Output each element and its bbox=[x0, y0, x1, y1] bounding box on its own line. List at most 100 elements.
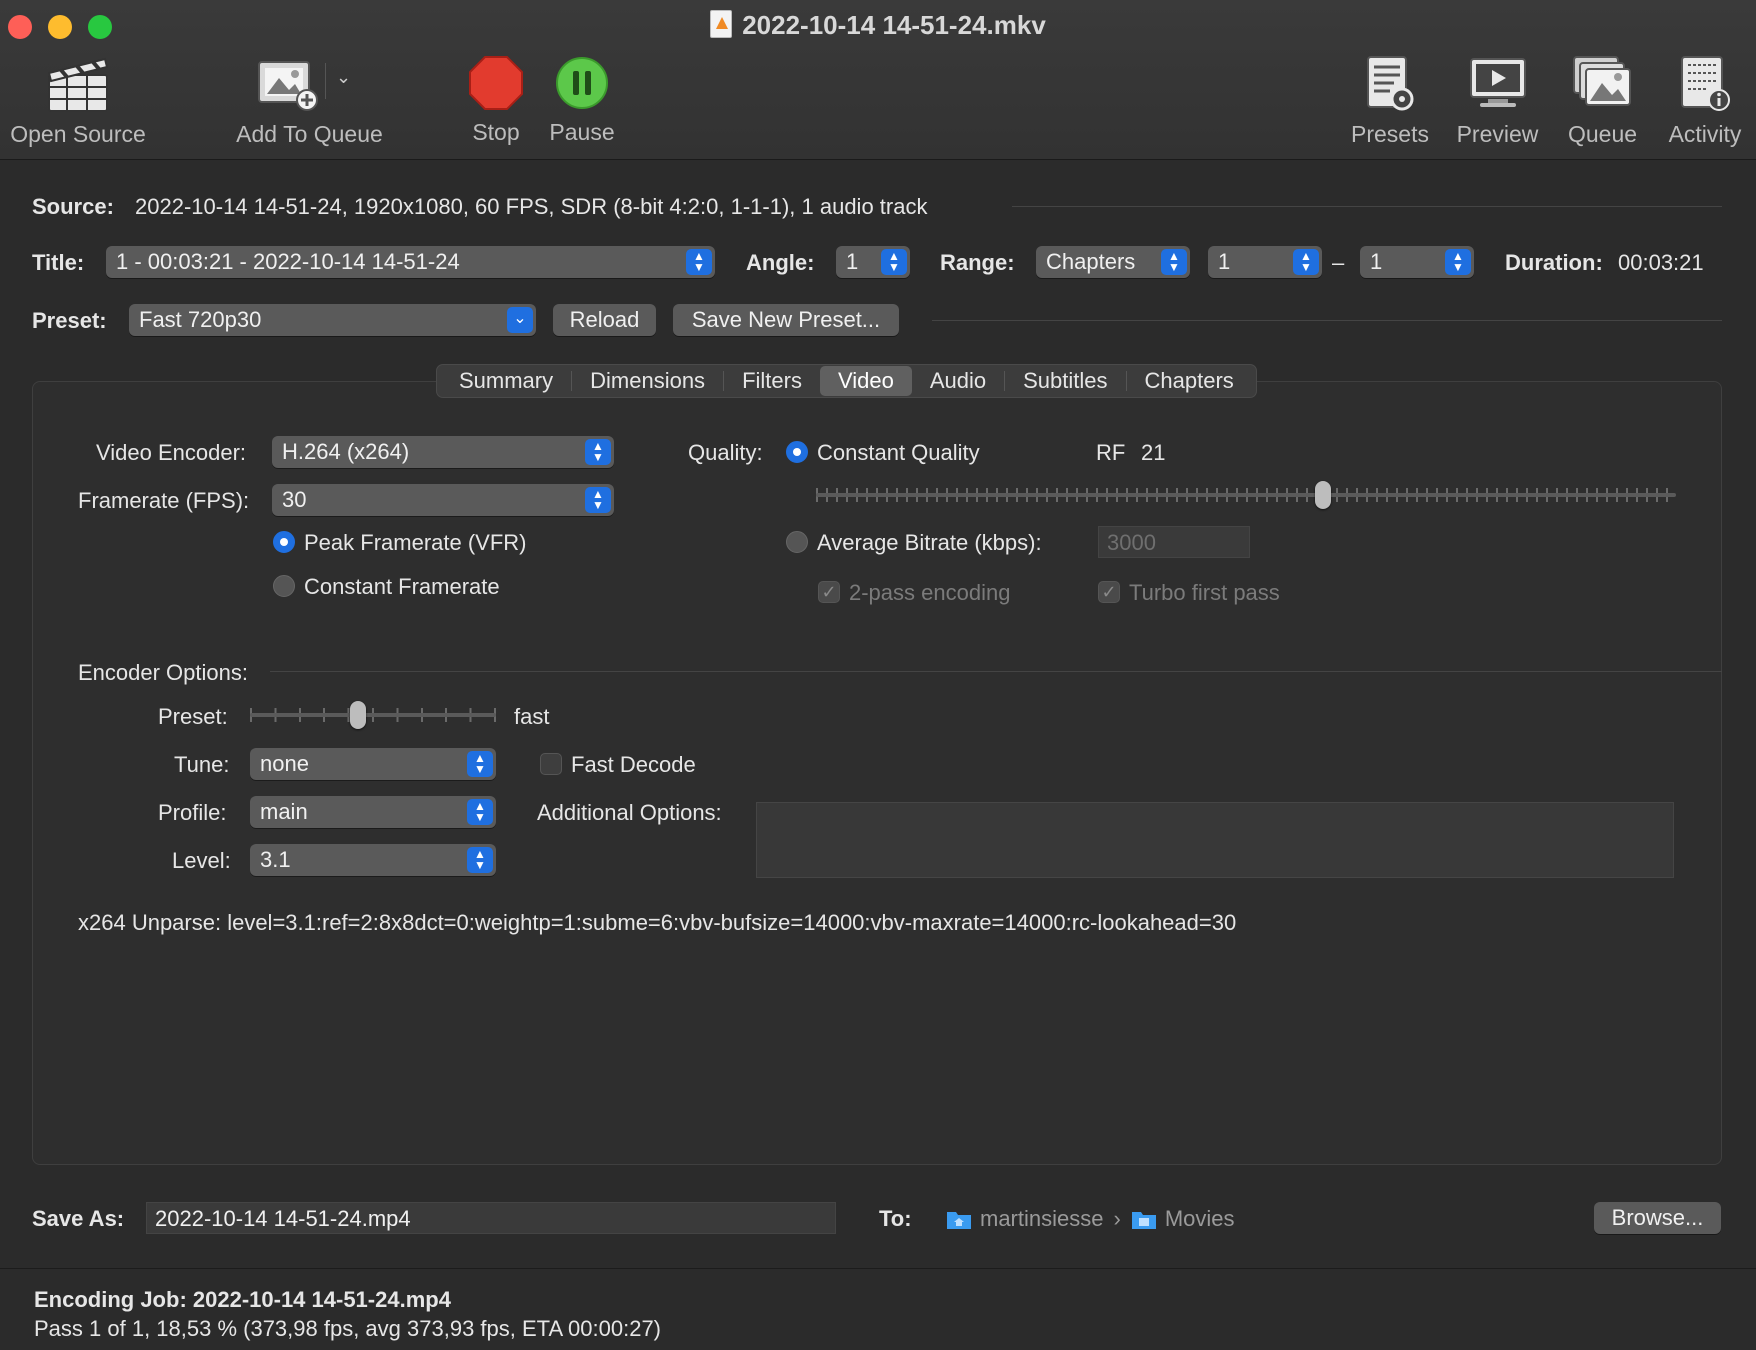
home-folder-icon bbox=[947, 1212, 971, 1229]
pause-icon bbox=[556, 57, 608, 109]
duration-label: Duration: bbox=[1505, 250, 1603, 275]
encoder-options-label: Encoder Options: bbox=[78, 660, 248, 685]
stepper-icon: ▲ ▼ bbox=[585, 487, 611, 513]
video-encoder-select[interactable]: H.264 (x264) ▲ ▼ bbox=[272, 436, 614, 468]
chevron-down-icon: ⌄ bbox=[507, 307, 533, 333]
stepper-icon: ▲ ▼ bbox=[467, 751, 493, 777]
tab-bar: Summary Dimensions Filters Video Audio S… bbox=[436, 364, 1257, 398]
range-end-select[interactable]: 1 ▲ ▼ bbox=[1360, 246, 1474, 278]
status-bar: Encoding Job: 2022-10-14 14-51-24.mp4 Pa… bbox=[0, 1268, 1756, 1350]
level-select[interactable]: 3.1 ▲ ▼ bbox=[250, 844, 496, 876]
constant-quality-radio[interactable] bbox=[786, 441, 808, 463]
save-as-label: Save As: bbox=[32, 1206, 125, 1231]
pause-button[interactable]: Pause bbox=[542, 55, 622, 146]
tune-label: Tune: bbox=[174, 752, 230, 777]
separator bbox=[270, 671, 1722, 672]
constant-framerate-radio[interactable] bbox=[273, 575, 295, 597]
encoder-preset-slider[interactable] bbox=[250, 700, 496, 730]
range-type-select[interactable]: Chapters ▲ ▼ bbox=[1036, 246, 1190, 278]
title-select[interactable]: 1 - 00:03:21 - 2022-10-14 14-51-24 ▲ ▼ bbox=[106, 246, 715, 278]
open-source-button[interactable]: Open Source bbox=[8, 55, 148, 148]
add-image-icon bbox=[258, 61, 318, 111]
stepper-icon: ▲ ▼ bbox=[585, 439, 611, 465]
range-start-select[interactable]: 1 ▲ ▼ bbox=[1208, 246, 1322, 278]
rf-value: 21 bbox=[1141, 440, 1166, 465]
turbo-first-pass-label: Turbo first pass bbox=[1129, 580, 1280, 605]
average-bitrate-radio[interactable] bbox=[786, 531, 808, 553]
mkv-file-icon bbox=[710, 10, 733, 38]
rf-label: RF bbox=[1096, 440, 1126, 465]
browse-button[interactable]: Browse... bbox=[1594, 1202, 1721, 1234]
source-info: 2022-10-14 14-51-24, 1920x1080, 60 FPS, … bbox=[135, 194, 928, 219]
activity-button[interactable]: Activity bbox=[1660, 55, 1750, 148]
video-encoder-label: Video Encoder: bbox=[96, 440, 247, 465]
clapperboard-icon bbox=[47, 57, 109, 112]
constant-framerate-label: Constant Framerate bbox=[304, 574, 500, 599]
rf-quality-slider[interactable] bbox=[816, 480, 1676, 510]
duration-value: 00:03:21 bbox=[1618, 250, 1704, 275]
encoding-job-text: Encoding Job: 2022-10-14 14-51-24.mp4 bbox=[34, 1287, 451, 1312]
fast-decode-checkbox[interactable] bbox=[540, 753, 562, 775]
chevron-down-icon[interactable]: ⌄ bbox=[336, 67, 351, 88]
stepper-icon: ▲ ▼ bbox=[686, 249, 712, 275]
profile-select[interactable]: main ▲ ▼ bbox=[250, 796, 496, 828]
tab-dimensions[interactable]: Dimensions bbox=[572, 366, 723, 396]
turbo-first-pass-checkbox[interactable]: ✓ bbox=[1098, 581, 1120, 603]
slider-knob[interactable] bbox=[1315, 481, 1332, 509]
presets-button[interactable]: Presets bbox=[1345, 55, 1435, 148]
bitrate-input[interactable]: 3000 bbox=[1098, 526, 1250, 558]
framerate-label: Framerate (FPS): bbox=[78, 488, 250, 513]
angle-select[interactable]: 1 ▲ ▼ bbox=[836, 246, 910, 278]
quality-label: Quality: bbox=[688, 440, 763, 465]
save-new-preset-button[interactable]: Save New Preset... bbox=[673, 304, 899, 336]
stepper-icon: ▲ ▼ bbox=[1161, 249, 1187, 275]
save-as-input[interactable]: 2022-10-14 14-51-24.mp4 bbox=[146, 1202, 836, 1234]
angle-label: Angle: bbox=[746, 250, 815, 275]
title-label: Title: bbox=[32, 250, 85, 275]
encoder-preset-value: fast bbox=[514, 704, 550, 729]
tab-chapters[interactable]: Chapters bbox=[1127, 366, 1252, 396]
destination-label: To: bbox=[879, 1206, 912, 1231]
profile-label: Profile: bbox=[158, 800, 227, 825]
tab-filters[interactable]: Filters bbox=[724, 366, 820, 396]
activity-icon bbox=[1681, 56, 1730, 111]
separator bbox=[1012, 206, 1722, 207]
stop-icon bbox=[469, 56, 523, 110]
stepper-icon: ▲ ▼ bbox=[467, 847, 493, 873]
window-title: 2022-10-14 14-51-24.mkv bbox=[0, 10, 1756, 41]
queue-button[interactable]: Queue bbox=[1560, 55, 1645, 148]
preview-button[interactable]: Preview bbox=[1450, 55, 1545, 148]
reload-button[interactable]: Reload bbox=[553, 304, 656, 336]
presets-icon bbox=[1367, 56, 1414, 111]
average-bitrate-label: Average Bitrate (kbps): bbox=[817, 530, 1042, 555]
framerate-select[interactable]: 30 ▲ ▼ bbox=[272, 484, 614, 516]
stepper-icon: ▲ ▼ bbox=[881, 249, 907, 275]
peak-framerate-label: Peak Framerate (VFR) bbox=[304, 530, 527, 555]
level-label: Level: bbox=[172, 848, 231, 873]
peak-framerate-radio[interactable] bbox=[273, 531, 295, 553]
tab-video[interactable]: Video bbox=[819, 366, 912, 396]
preset-label: Preset: bbox=[32, 308, 107, 333]
slider-knob[interactable] bbox=[350, 701, 367, 729]
range-label: Range: bbox=[940, 250, 1015, 275]
constant-quality-label: Constant Quality bbox=[817, 440, 980, 465]
range-dash: – bbox=[1332, 250, 1345, 275]
encoding-progress-text: Pass 1 of 1, 18,53 % (373,98 fps, avg 37… bbox=[34, 1316, 661, 1341]
destination-path[interactable]: martinsiesse › Movies bbox=[946, 1204, 1235, 1234]
stop-button[interactable]: Stop bbox=[456, 55, 536, 146]
tab-summary[interactable]: Summary bbox=[441, 366, 571, 396]
stepper-icon: ▲ ▼ bbox=[467, 799, 493, 825]
movies-folder-icon bbox=[1131, 1212, 1156, 1229]
two-pass-checkbox[interactable]: ✓ bbox=[818, 581, 840, 603]
source-label: Source: bbox=[32, 194, 114, 219]
stepper-icon: ▲ ▼ bbox=[1445, 249, 1471, 275]
toolbar: 2022-10-14 14-51-24.mkv Open Source ⌄ Ad… bbox=[0, 0, 1756, 160]
additional-options-input[interactable] bbox=[756, 802, 1674, 878]
tune-select[interactable]: none ▲ ▼ bbox=[250, 748, 496, 780]
tab-audio[interactable]: Audio bbox=[912, 366, 1004, 396]
preset-select[interactable]: Fast 720p30 ⌄ bbox=[129, 304, 536, 336]
add-to-queue-button[interactable]: ⌄ Add To Queue bbox=[232, 55, 387, 148]
queue-icon bbox=[1572, 56, 1631, 106]
encoder-preset-label: Preset: bbox=[158, 704, 228, 729]
tab-subtitles[interactable]: Subtitles bbox=[1005, 366, 1125, 396]
